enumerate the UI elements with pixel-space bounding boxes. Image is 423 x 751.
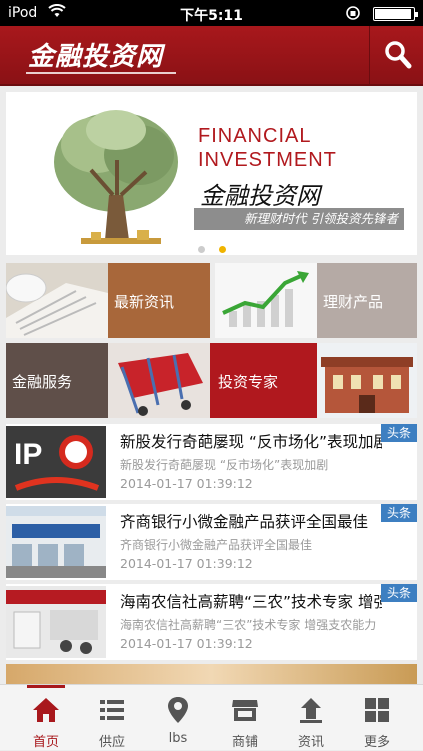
svg-text:IP: IP xyxy=(14,438,42,471)
news-item[interactable]: 齐商银行小微金融产品获评全国最佳 齐商银行小微金融产品获评全国最佳 2014-0… xyxy=(6,504,417,580)
banner-slogan: 新理财时代 引领投资先锋者 xyxy=(194,208,404,230)
bottom-tab-bar: 首页 供应 lbs 商铺 资讯 更多 xyxy=(0,684,423,750)
news-item[interactable]: IP 新股发行奇葩屡现 “反市场化”表现加剧 新股发行奇葩屡现 “反市场化”表现… xyxy=(6,424,417,500)
category-label: 理财产品 xyxy=(323,293,384,311)
category-tile-services[interactable]: 金融服务 xyxy=(6,343,108,418)
app-header: 金融投资网 xyxy=(0,26,423,86)
news-thumbnail xyxy=(6,586,106,658)
tab-more[interactable]: 更多 xyxy=(342,685,412,751)
news-title: 新股发行奇葩屡现 “反市场化”表现加剧 xyxy=(120,433,382,451)
tab-label: 资讯 xyxy=(297,735,324,750)
carousel-indicator[interactable] xyxy=(198,238,240,257)
news-thumbnail: IP xyxy=(6,426,106,498)
banner-title-line2: INVESTMENT xyxy=(198,149,337,171)
tab-label: 供应 xyxy=(98,735,125,750)
category-tile-experts[interactable]: 投资专家 xyxy=(210,343,317,418)
battery-icon xyxy=(373,7,418,21)
news-time: 2014-01-17 01:39:12 xyxy=(120,476,253,491)
headline-badge: 头条 xyxy=(381,504,417,522)
banner-title-line1: FINANCIAL xyxy=(198,125,312,147)
banner-title-en: FINANCIAL INVESTMENT xyxy=(198,124,337,172)
location-pin-icon xyxy=(168,697,188,723)
logo-underline xyxy=(26,72,176,74)
news-thumbnail xyxy=(6,506,106,578)
carousel-dot[interactable] xyxy=(198,246,205,253)
news-time: 2014-01-17 01:39:12 xyxy=(120,556,253,571)
tab-label: 更多 xyxy=(363,735,390,750)
tab-supply[interactable]: 供应 xyxy=(77,685,147,751)
news-icon xyxy=(300,698,322,723)
bank-building-image[interactable] xyxy=(317,343,417,418)
promo-banner[interactable]: FINANCIAL INVESTMENT 金融投资网 新理财时代 引领投资先锋者 xyxy=(6,92,417,255)
news-summary: 海南农信社高薪聘“三农”技术专家 增强支农能力 xyxy=(120,618,377,632)
store-icon xyxy=(232,700,258,721)
list-icon xyxy=(100,700,124,720)
headline-badge: 头条 xyxy=(381,424,417,442)
search-button[interactable] xyxy=(369,26,423,84)
home-icon xyxy=(33,698,59,722)
tab-home[interactable]: 首页 xyxy=(11,685,81,751)
category-tile-products[interactable]: 理财产品 xyxy=(317,263,417,338)
search-icon xyxy=(385,41,412,69)
tab-store[interactable]: 商铺 xyxy=(210,685,280,751)
tab-label: lbs xyxy=(168,731,188,746)
tab-lbs[interactable]: lbs xyxy=(143,685,213,751)
banner-title-cn: 金融投资网 xyxy=(200,182,320,210)
category-tile-news[interactable]: 最新资讯 xyxy=(108,263,210,338)
tab-label: 商铺 xyxy=(231,735,258,750)
status-bar: iPod 下午5:11 xyxy=(0,0,423,26)
growth-chart-image[interactable] xyxy=(215,263,317,338)
news-item[interactable]: 海南农信社高薪聘“三农”技术专家 增强支农能力 海南农信社高薪聘“三农”技术专家… xyxy=(6,584,417,660)
news-summary: 新股发行奇葩屡现 “反市场化”表现加剧 xyxy=(120,458,329,472)
tab-label: 首页 xyxy=(32,735,59,750)
money-tree-image xyxy=(54,110,178,244)
category-label: 金融服务 xyxy=(12,373,73,391)
news-title: 齐商银行小微金融产品获评全国最佳 xyxy=(120,513,369,531)
news-summary: 齐商银行小微金融产品获评全国最佳 xyxy=(120,538,313,552)
category-label: 最新资讯 xyxy=(114,293,175,311)
rotation-lock-icon xyxy=(345,3,361,25)
grid-icon xyxy=(365,698,389,722)
headline-badge: 头条 xyxy=(381,584,417,602)
news-time: 2014-01-17 01:39:12 xyxy=(120,636,253,651)
tab-news[interactable]: 资讯 xyxy=(276,685,346,751)
shopping-cart-image[interactable] xyxy=(108,343,210,418)
carousel-dot-active[interactable] xyxy=(219,246,226,253)
app-logo: 金融投资网 xyxy=(28,42,164,72)
category-label: 投资专家 xyxy=(218,373,279,391)
news-title: 海南农信社高薪聘“三农”技术专家 增强支农能力 xyxy=(120,593,382,611)
newspaper-image[interactable] xyxy=(6,263,108,338)
news-item-partial[interactable] xyxy=(6,664,417,684)
